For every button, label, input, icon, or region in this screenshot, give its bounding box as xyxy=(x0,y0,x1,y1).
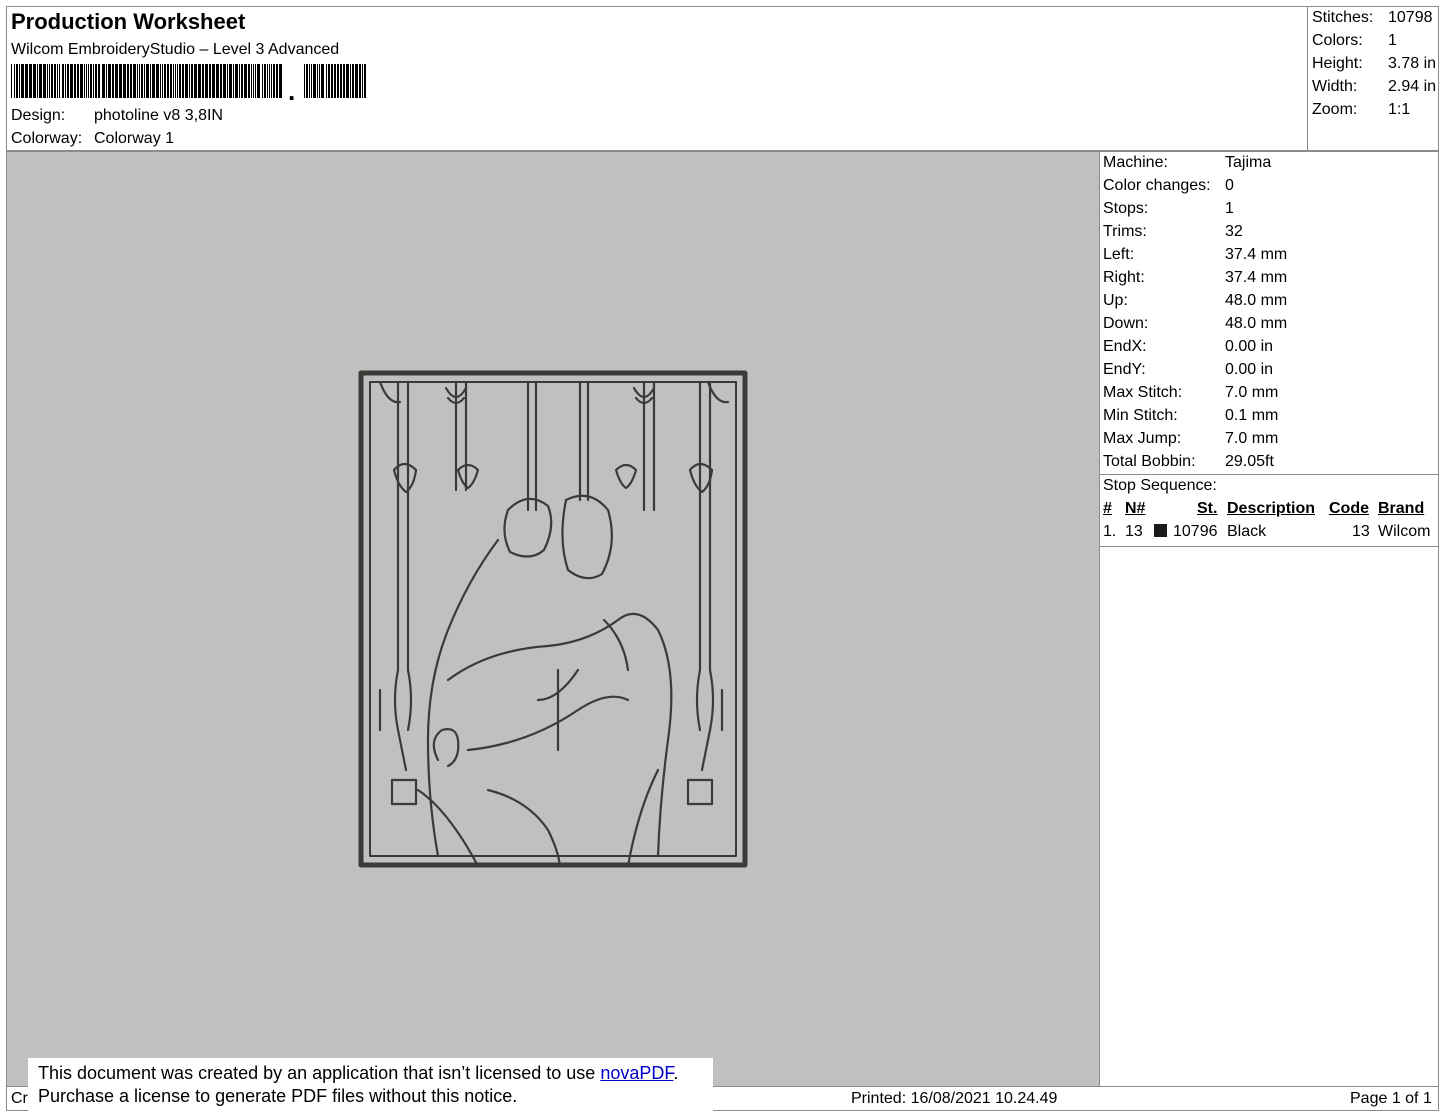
machine-info-label: Min Stitch: xyxy=(1103,407,1178,424)
machine-info-value: 0.00 in xyxy=(1225,338,1274,355)
machine-info-row: Color changes: 0 xyxy=(1103,177,1234,195)
machine-info-value: 37.4 mm xyxy=(1225,246,1288,263)
stop-row-description: Black xyxy=(1227,523,1267,540)
col-header-number: # xyxy=(1103,500,1112,517)
machine-info-row: Left: 37.4 mm xyxy=(1103,246,1287,264)
machine-info-label: Max Jump: xyxy=(1103,430,1182,447)
design-preview xyxy=(6,151,1100,1087)
colorway-value: Colorway 1 xyxy=(94,130,175,147)
machine-info-value: Tajima xyxy=(1225,154,1272,171)
worksheet-title: Production Worksheet xyxy=(11,9,246,34)
software-name: Wilcom EmbroideryStudio – Level 3 Advanc… xyxy=(11,41,340,58)
stat-height: Height: 3.78 in xyxy=(1312,55,1437,72)
machine-info-value: 7.0 mm xyxy=(1225,430,1279,447)
machine-info-label: Down: xyxy=(1103,315,1149,332)
machine-info-row: Down: 48.0 mm xyxy=(1103,315,1287,333)
col-header-brand: Brand xyxy=(1378,500,1425,517)
machine-info-row: EndX: 0.00 in xyxy=(1103,338,1273,356)
embroidery-design-image xyxy=(358,370,748,868)
machine-info-value: 0.00 in xyxy=(1225,361,1274,378)
machine-info-label: Machine: xyxy=(1103,154,1168,171)
machine-info-value: 48.0 mm xyxy=(1225,315,1288,332)
svg-text:,: , xyxy=(288,76,295,100)
machine-info-value: 7.0 mm xyxy=(1225,384,1279,401)
page-number: Page 1 of 1 xyxy=(1350,1090,1432,1107)
thread-color-swatch xyxy=(1154,524,1167,537)
machine-info-label: Color changes: xyxy=(1103,177,1211,194)
printed-timestamp: Printed: 16/08/2021 10.24.49 xyxy=(851,1090,1058,1107)
machine-info-value: 1 xyxy=(1225,200,1234,217)
stat-stitches: Stitches: 10798 xyxy=(1312,9,1433,26)
machine-info-panel: Machine: Tajima Color changes: 0 Stops: 1 Trim… xyxy=(1100,151,1439,1087)
machine-info-row: Total Bobbin: 29.05ft xyxy=(1103,453,1274,471)
machine-info-row: Max Jump: 7.0 mm xyxy=(1103,430,1278,448)
machine-info-row: Right: 37.4 mm xyxy=(1103,269,1287,287)
machine-info-label: Up: xyxy=(1103,292,1128,309)
stop-sequence-title: Stop Sequence: xyxy=(1103,477,1217,494)
stop-row-needle: 13 xyxy=(1125,523,1143,540)
colorway-label: Colorway: xyxy=(11,130,83,147)
table-divider xyxy=(1100,546,1438,547)
machine-info-label: EndX: xyxy=(1103,338,1147,355)
machine-info-label: Trims: xyxy=(1103,223,1147,240)
machine-info-row: Max Stitch: 7.0 mm xyxy=(1103,384,1278,402)
machine-info-label: EndY: xyxy=(1103,361,1146,378)
stop-row-number: 1. xyxy=(1103,523,1117,540)
notice-line-1: This document was created by an applicat… xyxy=(38,1063,679,1083)
col-header-code: Code xyxy=(1329,500,1369,517)
machine-info-row: EndY: 0.00 in xyxy=(1103,361,1273,379)
stat-zoom: Zoom: 1:1 xyxy=(1312,101,1411,118)
design-value: photoline v8 3,8IN xyxy=(94,107,223,124)
machine-info-row: Up: 48.0 mm xyxy=(1103,292,1287,310)
barcode: , xyxy=(11,64,366,100)
stop-row-code: 13 xyxy=(1352,523,1370,540)
notice-line-2: Purchase a license to generate PDF files… xyxy=(38,1086,518,1106)
design-stats: Stitches: 10798 Colors: 1 Height: 3.78 in W… xyxy=(1307,6,1439,151)
design-label: Design: xyxy=(11,107,66,124)
machine-info-row: Min Stitch: 0.1 mm xyxy=(1103,407,1278,425)
machine-info-value: 32 xyxy=(1225,223,1243,240)
stop-row-brand: Wilcom xyxy=(1378,523,1431,540)
col-header-needle: N# xyxy=(1125,500,1146,517)
stat-width: Width: 2.94 in xyxy=(1312,78,1437,95)
machine-info-value: 37.4 mm xyxy=(1225,269,1288,286)
footer-left-text: Cr xyxy=(11,1090,28,1107)
machine-info-label: Max Stitch: xyxy=(1103,384,1183,401)
license-notice: This document was created by an applicat… xyxy=(28,1058,713,1112)
stat-colors: Colors: 1 xyxy=(1312,32,1397,49)
machine-info-value: 29.05ft xyxy=(1225,453,1274,470)
machine-info-label: Stops: xyxy=(1103,200,1149,217)
machine-info-row: Machine: Tajima xyxy=(1103,154,1271,172)
machine-info-label: Left: xyxy=(1103,246,1135,263)
novapdf-link[interactable]: novaPDF xyxy=(600,1063,673,1083)
machine-info-value: 48.0 mm xyxy=(1225,292,1288,309)
machine-info-label: Right: xyxy=(1103,269,1145,286)
stop-row-stitches: 10796 xyxy=(1173,523,1218,540)
machine-info-value: 0.1 mm xyxy=(1225,407,1279,424)
machine-info-row: Stops: 1 xyxy=(1103,200,1234,218)
machine-info-row: Trims: 32 xyxy=(1103,223,1243,241)
machine-info-label: Total Bobbin: xyxy=(1103,453,1196,470)
machine-info-value: 0 xyxy=(1225,177,1234,194)
col-header-stitches: St. xyxy=(1197,500,1218,517)
col-header-description: Description xyxy=(1227,500,1316,517)
section-divider xyxy=(1100,474,1438,475)
